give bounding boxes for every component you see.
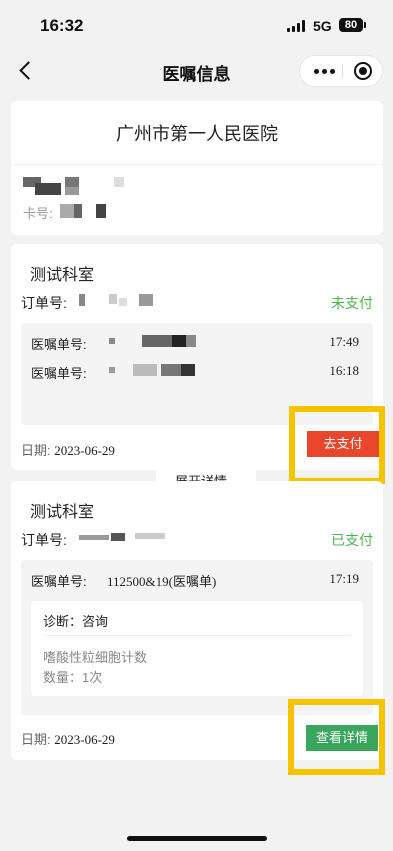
card-no-label: 卡号:: [23, 206, 53, 221]
prescription-no-label: 医嘱单号:: [31, 366, 87, 381]
privacy-mosaic: [109, 294, 117, 304]
date-label: 日期:: [21, 443, 51, 458]
privacy-mosaic: [133, 364, 157, 376]
prescription-time: 17:49: [329, 334, 359, 349]
divider: [43, 635, 351, 636]
privacy-mosaic: [65, 177, 79, 187]
order-no-label: 订单号:: [21, 295, 67, 311]
prescription-no-label: 医嘱单号:: [31, 574, 87, 589]
privacy-mosaic: [79, 294, 85, 306]
battery-icon: 80: [339, 18, 366, 32]
privacy-mosaic: [79, 535, 109, 540]
nav-bar: 医嘱信息: [0, 50, 393, 90]
date-label: 日期:: [21, 732, 51, 747]
close-target-icon[interactable]: [354, 62, 372, 80]
exam-item-quantity: 数量：1次: [43, 670, 103, 685]
department-name: 测试科室: [30, 504, 95, 521]
prescription-number: 112500&19(医嘱单): [107, 574, 217, 589]
privacy-mosaic: [181, 364, 195, 376]
exam-item-name: 嗜酸性粒细胞计数: [43, 650, 148, 665]
privacy-mosaic: [109, 338, 115, 344]
privacy-mosaic: [111, 533, 125, 541]
date-value: 2023-06-29: [54, 732, 115, 747]
signal-icon: [287, 20, 307, 32]
privacy-mosaic: [114, 177, 124, 187]
highlight-frame: 去支付: [289, 406, 385, 484]
divider: [11, 164, 383, 165]
privacy-mosaic: [74, 204, 82, 218]
order-no-label: 订单号:: [21, 532, 67, 548]
date-value: 2023-06-29: [54, 443, 115, 458]
privacy-mosaic: [60, 204, 74, 218]
order-card: 测试科室 订单号: 已支付 医嘱单号: 112500&19(医嘱单) 17:19…: [11, 481, 385, 775]
privacy-mosaic: [96, 204, 106, 218]
diagnosis-text: 诊断：咨询: [43, 614, 109, 629]
privacy-mosaic: [35, 183, 61, 195]
privacy-mosaic: [135, 533, 165, 539]
hospital-name: 广州市第一人民医院: [116, 124, 278, 144]
privacy-mosaic: [65, 187, 79, 195]
diagnosis-box: 诊断：咨询 嗜酸性粒细胞计数 数量：1次: [31, 601, 363, 696]
privacy-mosaic: [172, 335, 186, 347]
department-name: 测试科室: [30, 267, 95, 284]
order-date: 日期: 2023-06-29: [21, 729, 115, 748]
status-badge: 未支付: [331, 295, 373, 311]
hospital-card: 广州市第一人民医院 卡号:: [11, 101, 383, 235]
capsule-divider: [342, 64, 343, 78]
status-time: 16:32: [40, 16, 84, 35]
mini-program-capsule: [299, 55, 383, 87]
network-label: 5G: [313, 18, 332, 34]
privacy-mosaic: [142, 335, 172, 347]
status-bar: 16:32 5G 80: [0, 0, 393, 50]
home-indicator: [127, 836, 267, 841]
privacy-mosaic: [161, 364, 181, 376]
prescription-time: 17:19: [329, 571, 359, 586]
more-icon[interactable]: [306, 56, 342, 86]
privacy-mosaic: [119, 298, 127, 306]
privacy-mosaic: [186, 335, 196, 347]
order-date: 日期: 2023-06-29: [21, 440, 115, 459]
highlight-frame: 查看详情: [288, 699, 385, 775]
privacy-mosaic: [109, 367, 115, 373]
order-card: 测试科室 订单号: 未支付 医嘱单号: 17:49 医嘱单号: 16:18 展开…: [11, 244, 385, 495]
status-badge: 已支付: [331, 532, 373, 548]
prescription-detail: 医嘱单号: 112500&19(医嘱单) 17:19 诊断：咨询 嗜酸性粒细胞计…: [21, 560, 373, 715]
prescription-time: 16:18: [329, 363, 359, 378]
view-details-button[interactable]: 查看详情: [306, 725, 378, 751]
pay-button[interactable]: 去支付: [307, 431, 379, 457]
prescription-no-label: 医嘱单号:: [31, 337, 87, 352]
privacy-mosaic: [139, 294, 153, 306]
